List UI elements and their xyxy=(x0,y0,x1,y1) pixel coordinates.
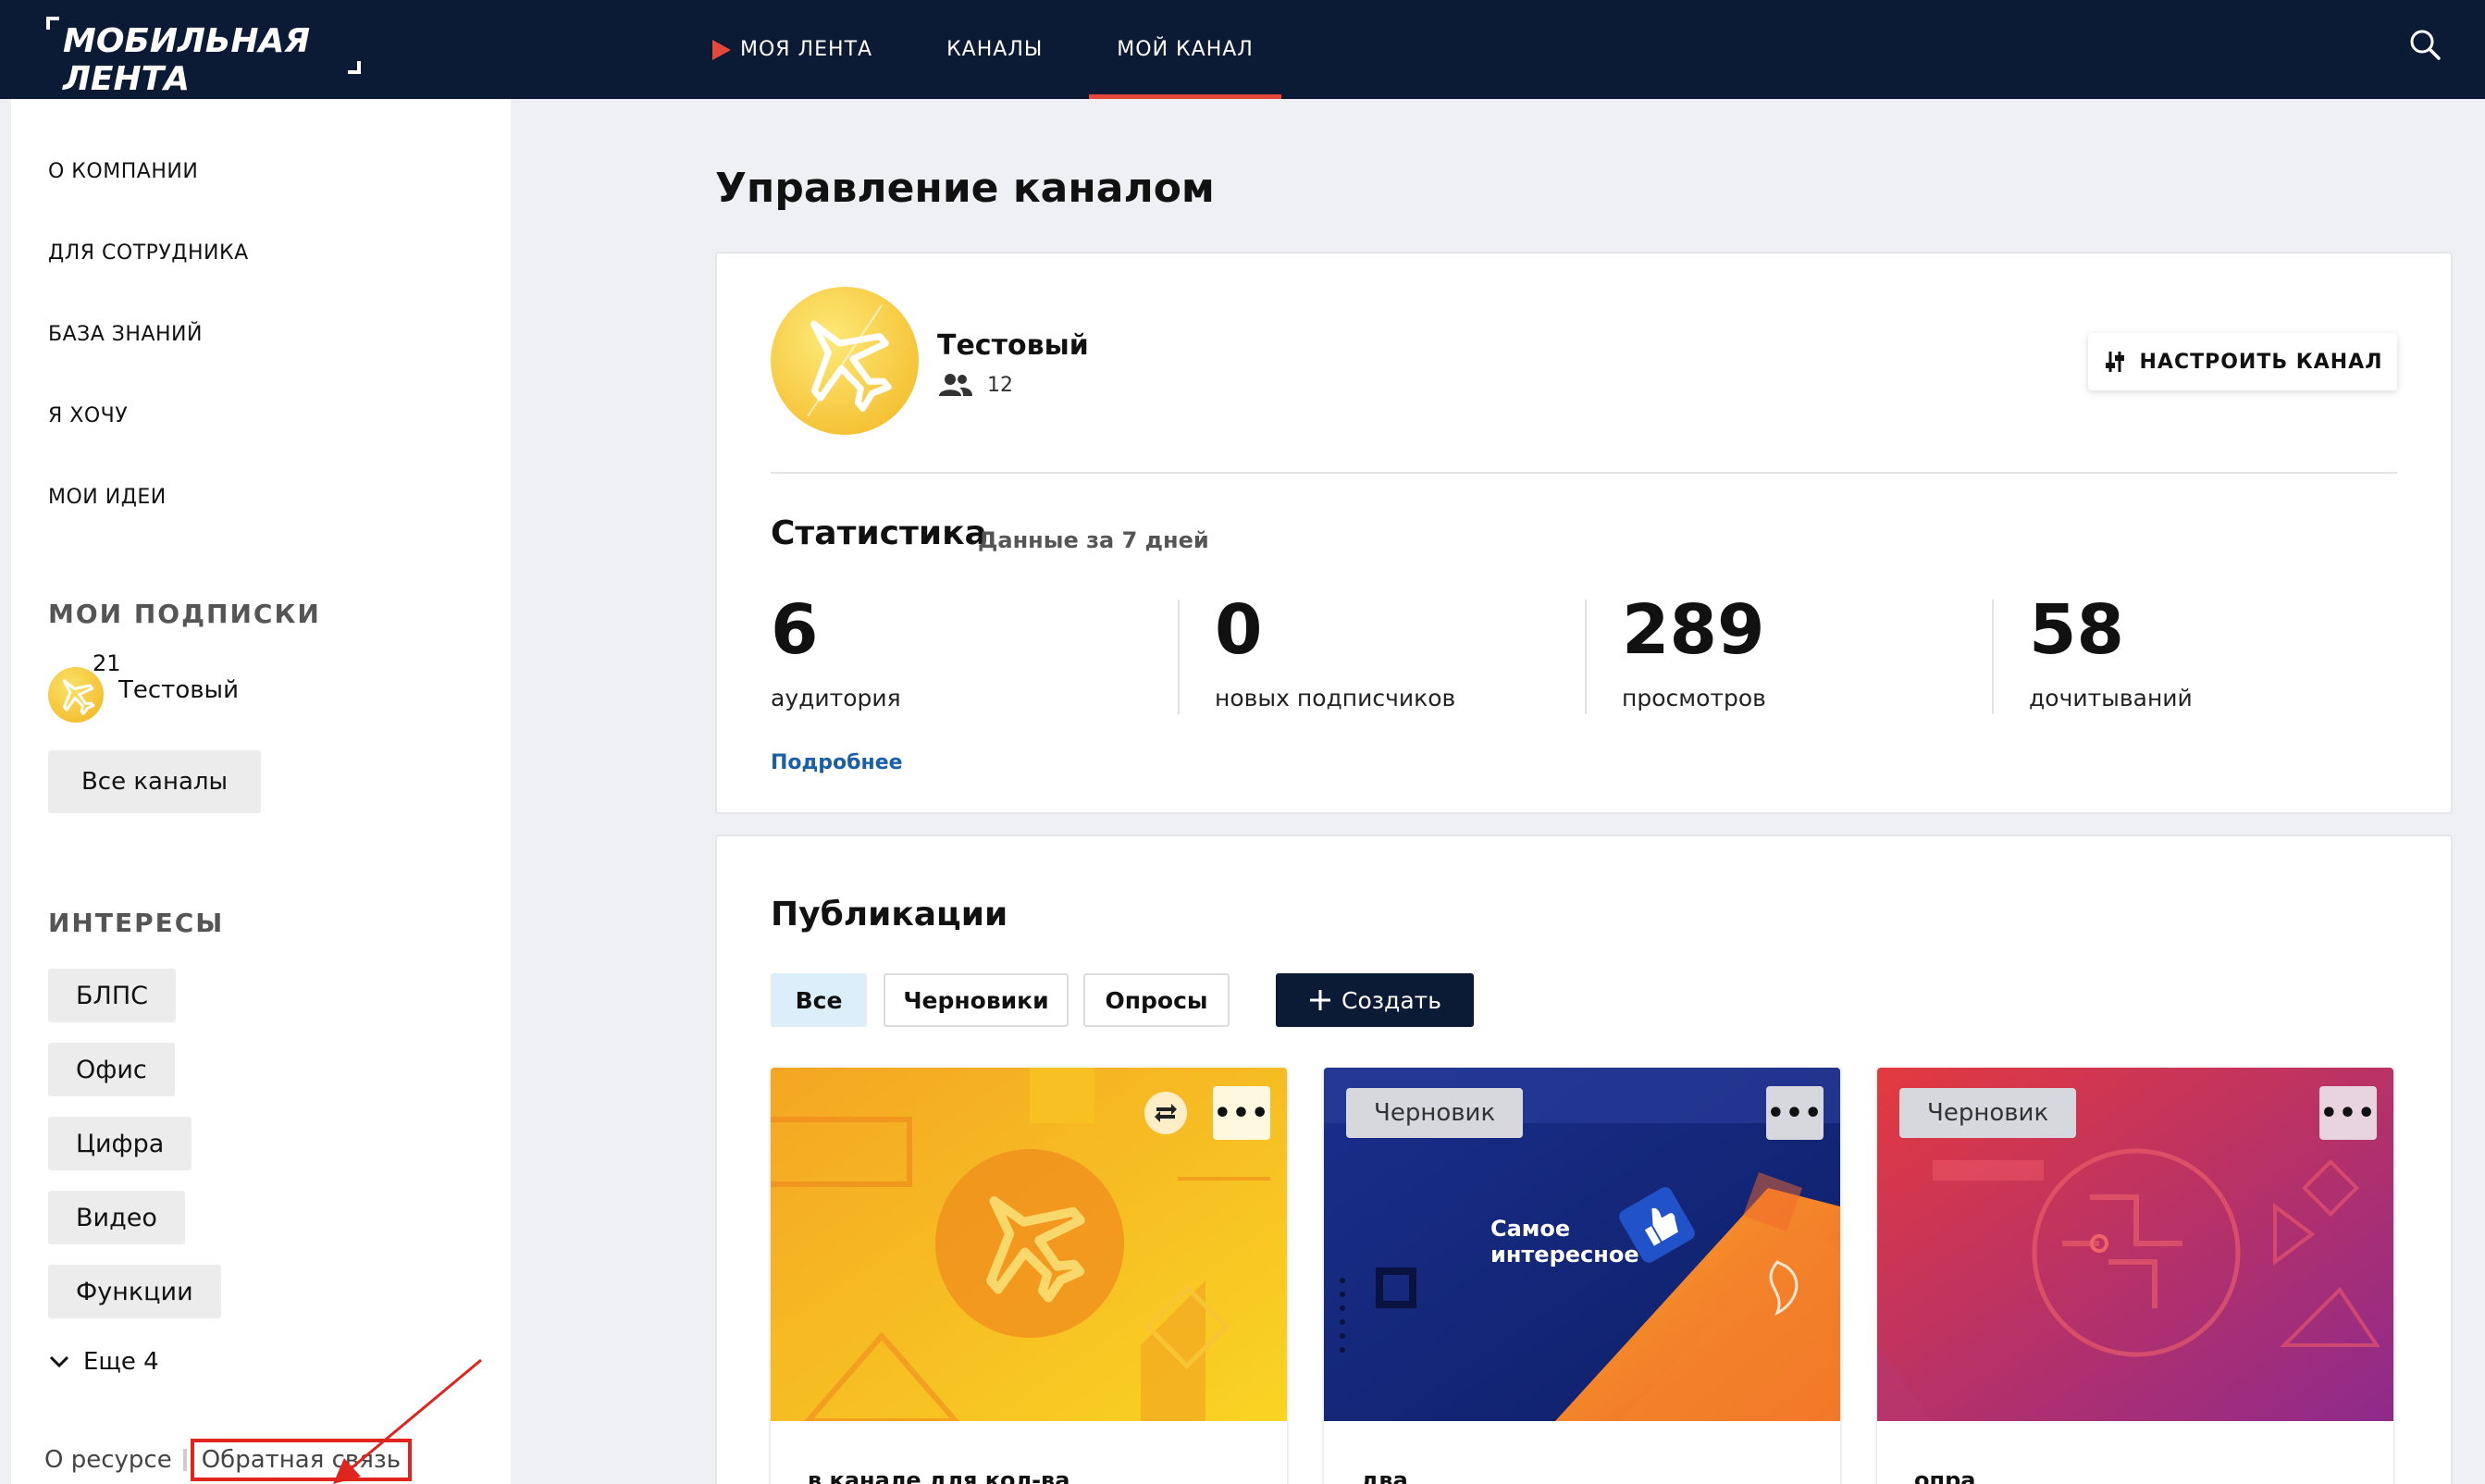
nav-channels[interactable]: КАНАЛЫ xyxy=(946,0,1078,99)
stat-audience: 6 аудитория xyxy=(771,596,901,711)
publications-title: Публикации xyxy=(771,896,1008,934)
interest-chip-office[interactable]: Офис xyxy=(48,1043,175,1096)
interest-chip-digital[interactable]: Цифра xyxy=(48,1117,192,1170)
interest-chip-functions[interactable]: Функции xyxy=(48,1265,221,1318)
tab-all[interactable]: Все xyxy=(771,973,867,1027)
nav-channels-label: КАНАЛЫ xyxy=(946,38,1044,61)
publication-image: ••• xyxy=(771,1068,1287,1421)
post-more-button[interactable]: ••• xyxy=(2319,1086,2377,1140)
channel-name: Тестовый xyxy=(937,329,1089,362)
sidebar-link-for-employee[interactable]: ДЛЯ СОТРУДНИКА xyxy=(48,241,249,265)
sidebar-link-i-want[interactable]: Я ХОЧУ xyxy=(48,404,128,427)
stat-views: 289 просмотров xyxy=(1622,596,1766,711)
page-title: Управление каналом xyxy=(715,165,1215,212)
users-icon xyxy=(939,374,972,396)
publication-caption: в канале для кол-ва xyxy=(808,1467,1070,1484)
publication-image: Самое интересное Черновик ••• xyxy=(1324,1068,1840,1421)
setup-channel-button[interactable]: НАСТРОИТЬ КАНАЛ xyxy=(2088,333,2397,390)
nav-my-feed-label: МОЯ ЛЕНТА xyxy=(740,38,873,61)
draft-badge: Черновик xyxy=(1899,1088,2077,1138)
plane-icon xyxy=(807,304,892,417)
create-label: Создать xyxy=(1341,986,1441,1014)
channel-avatar-large[interactable] xyxy=(771,287,919,435)
card-divider xyxy=(771,472,2397,474)
sidebar-link-knowledge-base[interactable]: БАЗА ЗНАНИЙ xyxy=(48,323,203,346)
top-bar: МОБИЛЬНАЯ ЛЕНТА МОЯ ЛЕНТА КАНАЛЫ МОЙ КАН… xyxy=(0,0,2485,99)
logo[interactable]: МОБИЛЬНАЯ ЛЕНТА xyxy=(46,17,361,98)
stat-views-value: 289 xyxy=(1622,590,1765,670)
publication-caption: опра xyxy=(1914,1467,1976,1484)
play-icon xyxy=(712,39,731,60)
publication-card[interactable]: Черновик ••• опра xyxy=(1877,1068,2393,1484)
main-nav: МОЯ ЛЕНТА КАНАЛЫ МОЙ КАНАЛ xyxy=(712,0,1320,99)
interest-chip-blps[interactable]: БЛПС xyxy=(48,969,176,1022)
nav-my-channel[interactable]: МОЙ КАНАЛ xyxy=(1089,0,1281,99)
tab-polls[interactable]: Опросы xyxy=(1083,973,1230,1027)
stat-new-subscribers-value: 0 xyxy=(1215,590,1263,670)
stat-views-label: просмотров xyxy=(1622,685,1766,711)
channel-members: 12 xyxy=(937,372,1013,398)
publication-image-text: Самое интересное xyxy=(1490,1216,1639,1268)
nav-my-feed[interactable]: МОЯ ЛЕНТА xyxy=(712,0,908,99)
subscription-count: 21 xyxy=(93,650,121,676)
logo-text: МОБИЛЬНАЯ ЛЕНТА xyxy=(63,22,311,98)
channel-members-count: 12 xyxy=(987,373,1013,397)
channel-card: Тестовый 12 НАСТРОИТЬ КАНАЛ Статистика Д… xyxy=(715,252,2453,814)
create-button[interactable]: Создать xyxy=(1276,973,1474,1027)
stat-reads-value: 58 xyxy=(2029,590,2124,670)
publication-image: Черновик ••• xyxy=(1877,1068,2393,1421)
publication-card[interactable]: ••• в канале для кол-ва xyxy=(771,1068,1287,1484)
logo-corner-bottom-right xyxy=(348,61,361,74)
stat-new-subscribers: 0 новых подписчиков xyxy=(1215,596,1455,711)
subscriptions-heading: МОИ ПОДПИСКИ xyxy=(48,599,321,629)
publications-card: Публикации Все Черновики Опросы Создать xyxy=(715,835,2453,1484)
stat-separator xyxy=(1992,600,1994,714)
chevron-down-icon xyxy=(49,1355,69,1368)
draft-badge: Черновик xyxy=(1346,1088,1524,1138)
sidebar: О КОМПАНИИ ДЛЯ СОТРУДНИКА БАЗА ЗНАНИЙ Я … xyxy=(11,99,511,1484)
stat-reads: 58 дочитываний xyxy=(2029,596,2193,711)
show-more-interests[interactable]: Еще 4 xyxy=(48,1348,159,1376)
sliders-icon xyxy=(2105,352,2124,372)
stat-audience-label: аудитория xyxy=(771,685,901,711)
stat-audience-value: 6 xyxy=(771,590,819,670)
about-resource-link[interactable]: О ресурсе xyxy=(44,1446,172,1474)
stats-period: Данные за 7 дней xyxy=(978,527,1209,553)
logo-corner-top-left xyxy=(46,17,59,30)
plus-icon xyxy=(1310,990,1331,1010)
publication-image-art xyxy=(771,1068,1287,1421)
publication-card[interactable]: Самое интересное Черновик ••• два xyxy=(1324,1068,1840,1484)
all-channels-button[interactable]: Все каналы xyxy=(48,750,261,813)
subscription-item[interactable]: 21 Тестовый xyxy=(48,650,326,724)
stats-title: Статистика xyxy=(771,514,987,552)
post-more-button[interactable]: ••• xyxy=(1213,1086,1270,1140)
repost-icon[interactable] xyxy=(1144,1092,1187,1134)
post-more-button[interactable]: ••• xyxy=(1766,1086,1824,1140)
show-more-label: Еще 4 xyxy=(83,1348,159,1376)
stat-separator xyxy=(1178,600,1180,714)
stats-details-link[interactable]: Подробнее xyxy=(771,751,903,774)
stat-reads-label: дочитываний xyxy=(2029,685,2193,711)
setup-channel-label: НАСТРОИТЬ КАНАЛ xyxy=(2139,350,2383,374)
stat-new-subscribers-label: новых подписчиков xyxy=(1215,685,1456,711)
interest-chip-video[interactable]: Видео xyxy=(48,1191,185,1244)
sidebar-link-about-company[interactable]: О КОМПАНИИ xyxy=(48,160,198,183)
sidebar-link-my-ideas[interactable]: МОИ ИДЕИ xyxy=(48,486,167,509)
interests-heading: ИНТЕРЕСЫ xyxy=(48,908,225,938)
tab-drafts[interactable]: Черновики xyxy=(884,973,1069,1027)
annotation-arrow xyxy=(333,1358,482,1484)
publication-caption: два xyxy=(1361,1467,1408,1484)
stat-separator xyxy=(1585,600,1587,714)
subscription-name: Тестовый xyxy=(118,676,239,704)
search-icon[interactable] xyxy=(2408,28,2442,61)
nav-my-channel-label: МОЙ КАНАЛ xyxy=(1117,38,1254,61)
footer-separator xyxy=(182,1449,187,1471)
